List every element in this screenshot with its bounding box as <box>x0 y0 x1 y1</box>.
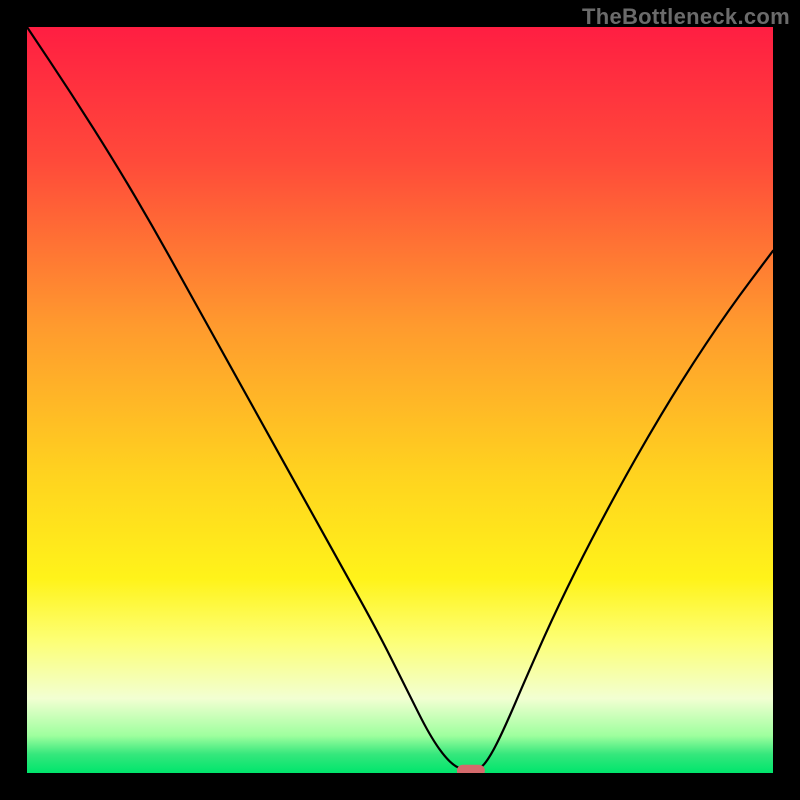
chart-frame: TheBottleneck.com <box>0 0 800 800</box>
watermark-label: TheBottleneck.com <box>582 4 790 30</box>
gradient-background <box>27 27 773 773</box>
optimal-marker <box>457 765 485 773</box>
chart-svg <box>27 27 773 773</box>
plot-area <box>27 27 773 773</box>
